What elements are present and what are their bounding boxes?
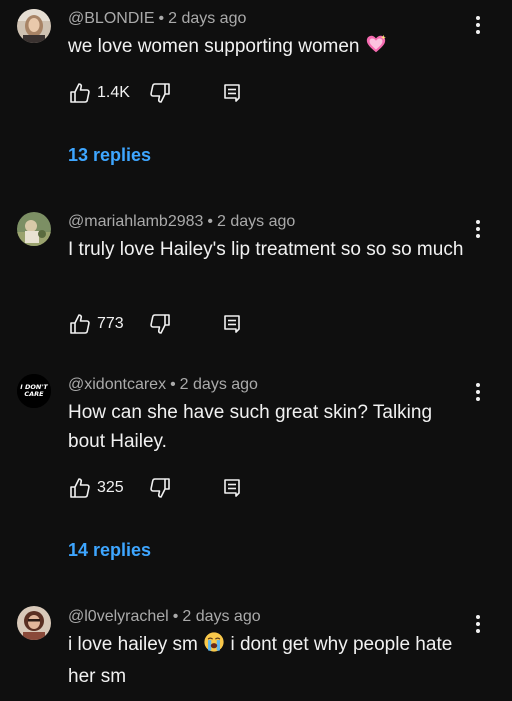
like-count: 773 [97, 315, 124, 332]
comment-text: we love women supporting women [68, 32, 468, 64]
comment-meta: @l0velyrachel • 2 days ago [68, 607, 261, 627]
comment-actions: 1.4K [68, 81, 268, 105]
dislike-icon[interactable] [148, 476, 172, 500]
comment-author[interactable]: @xidontcarex [68, 376, 166, 393]
comment-author[interactable]: @l0velyrachel [68, 608, 169, 625]
separator: • [158, 10, 165, 27]
avatar-image-icon [17, 9, 51, 43]
comment-time[interactable]: 2 days ago [182, 608, 260, 625]
like-count: 1.4K [97, 84, 130, 101]
comment-text: I truly love Hailey's lip treatment so s… [68, 239, 464, 260]
avatar[interactable]: I DON'T CARE [17, 374, 51, 408]
comment-text: How can she have such great skin? Talkin… [68, 402, 433, 452]
like-icon[interactable] [68, 312, 92, 336]
comment-actions: 325 [68, 476, 268, 500]
comment-meta: @mariahlamb2983 • 2 days ago [68, 212, 295, 232]
comment-text-content: we love women supporting women [68, 36, 360, 57]
comment-time[interactable]: 2 days ago [168, 10, 246, 27]
avatar-text: CARE [24, 390, 44, 398]
comment-text-before: i love hailey sm [68, 634, 198, 655]
view-replies-link[interactable]: 13 replies [68, 144, 151, 166]
reply-icon[interactable] [220, 312, 244, 336]
more-options-icon[interactable] [468, 380, 488, 404]
separator: • [170, 376, 176, 393]
reply-icon[interactable] [220, 81, 244, 105]
dislike-icon[interactable] [148, 312, 172, 336]
comment-meta: @BLONDIE • 2 days ago [68, 9, 246, 29]
comment-time[interactable]: 2 days ago [217, 213, 295, 230]
dislike-icon[interactable] [148, 81, 172, 105]
avatar-image-icon [17, 212, 51, 246]
like-icon[interactable] [68, 81, 92, 105]
comment-actions: 773 [68, 312, 268, 336]
reply-icon[interactable] [220, 476, 244, 500]
more-options-icon[interactable] [468, 217, 488, 241]
avatar-image-icon: I DON'T CARE [17, 374, 51, 408]
avatar[interactable] [17, 9, 51, 43]
more-options-icon[interactable] [468, 13, 488, 37]
comment-text: i love hailey sm i dont get why people h… [68, 630, 468, 691]
like-count: 325 [97, 479, 124, 496]
view-replies-link[interactable]: 14 replies [68, 539, 151, 561]
avatar[interactable] [17, 606, 51, 640]
comment-author[interactable]: @BLONDIE [68, 10, 154, 27]
avatar-image-icon [17, 606, 51, 640]
comment-meta: @xidontcarex • 2 days ago [68, 375, 258, 395]
like-icon[interactable] [68, 476, 92, 500]
sparkling-heart-icon [365, 33, 387, 64]
comment-time[interactable]: 2 days ago [180, 376, 258, 393]
loudly-crying-face-icon [203, 631, 225, 662]
separator: • [172, 608, 179, 625]
avatar[interactable] [17, 212, 51, 246]
more-options-icon[interactable] [468, 612, 488, 636]
separator: • [207, 213, 214, 230]
comment-author[interactable]: @mariahlamb2983 [68, 213, 203, 230]
